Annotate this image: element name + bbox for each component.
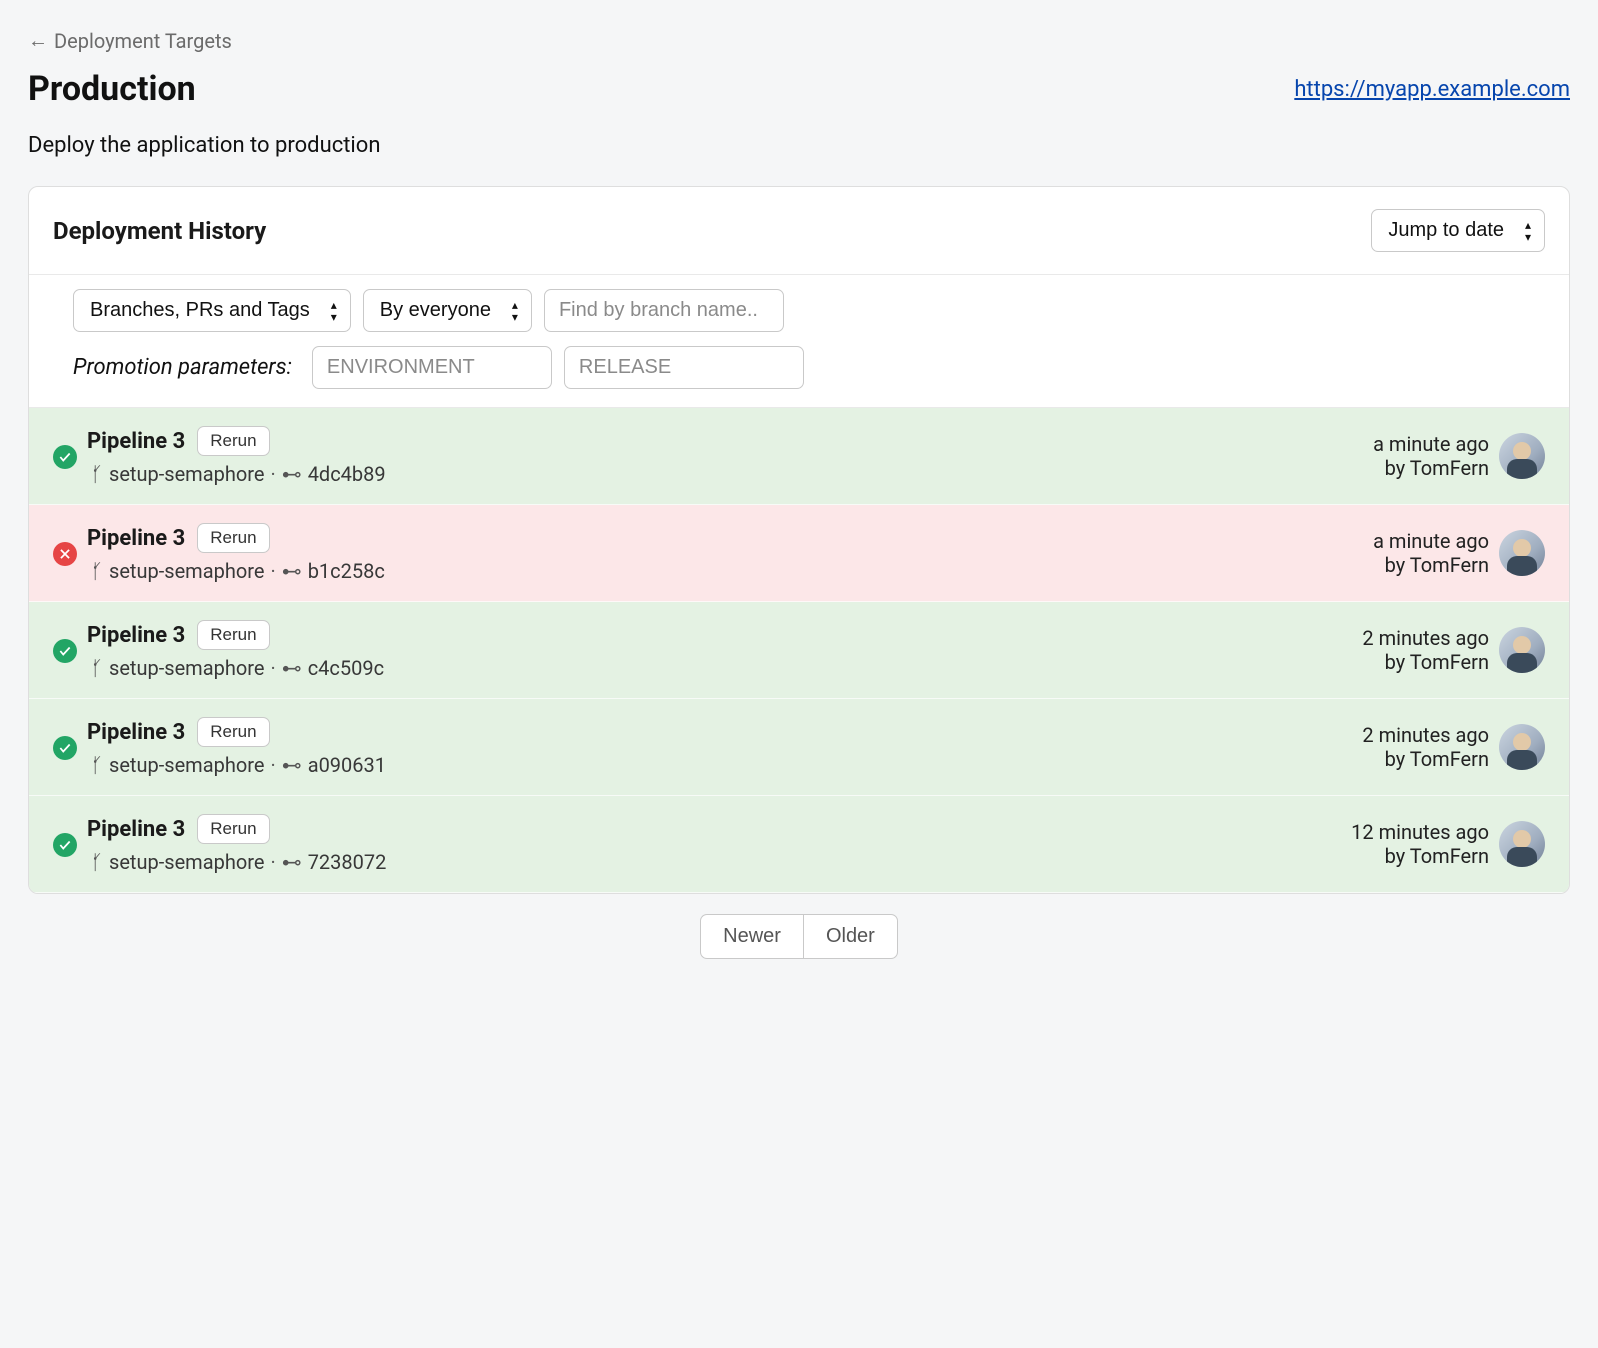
x-icon bbox=[53, 542, 77, 566]
rerun-button[interactable]: Rerun bbox=[197, 426, 269, 456]
deployment-history-card: Deployment History Jump to date ▴▾ Branc… bbox=[28, 186, 1570, 894]
page-title: Production bbox=[28, 69, 196, 109]
arrow-left-icon: ← bbox=[28, 28, 48, 53]
breadcrumb-label: Deployment Targets bbox=[54, 29, 232, 53]
avatar bbox=[1499, 627, 1545, 673]
commit-icon: ⊷ bbox=[282, 462, 302, 486]
source-filter-select[interactable]: Branches, PRs and Tags bbox=[73, 289, 351, 332]
section-title: Deployment History bbox=[53, 217, 266, 245]
deployment-author: by TomFern bbox=[1362, 650, 1489, 674]
pipeline-name: Pipeline 3 bbox=[87, 429, 185, 454]
avatar bbox=[1499, 821, 1545, 867]
avatar bbox=[1499, 530, 1545, 576]
branch-name: setup-semaphore bbox=[109, 462, 264, 486]
check-icon bbox=[53, 736, 77, 760]
promotion-params-label: Promotion parameters: bbox=[73, 355, 292, 380]
deployment-author: by TomFern bbox=[1373, 553, 1489, 577]
pipeline-name: Pipeline 3 bbox=[87, 720, 185, 745]
deployment-author: by TomFern bbox=[1373, 456, 1489, 480]
check-icon bbox=[53, 639, 77, 663]
branch-name: setup-semaphore bbox=[109, 850, 264, 874]
jump-to-date-select[interactable]: Jump to date bbox=[1371, 209, 1545, 252]
deployment-item[interactable]: Pipeline 3Rerunᚶsetup-semaphore·⊷c4c509c… bbox=[29, 602, 1569, 699]
branch-icon: ᚶ bbox=[91, 656, 103, 680]
avatar bbox=[1499, 724, 1545, 770]
deployment-item[interactable]: Pipeline 3Rerunᚶsetup-semaphore·⊷b1c258c… bbox=[29, 505, 1569, 602]
deployment-time: a minute ago bbox=[1373, 432, 1489, 456]
commit-sha: 7238072 bbox=[308, 850, 387, 874]
deployment-time: 12 minutes ago bbox=[1351, 820, 1489, 844]
target-url-link[interactable]: https://myapp.example.com bbox=[1294, 77, 1570, 102]
commit-icon: ⊷ bbox=[282, 753, 302, 777]
branch-name: setup-semaphore bbox=[109, 656, 264, 680]
pipeline-name: Pipeline 3 bbox=[87, 817, 185, 842]
commit-sha: b1c258c bbox=[308, 559, 385, 583]
deployment-item[interactable]: Pipeline 3Rerunᚶsetup-semaphore·⊷4dc4b89… bbox=[29, 408, 1569, 505]
deployment-list: Pipeline 3Rerunᚶsetup-semaphore·⊷4dc4b89… bbox=[29, 407, 1569, 893]
deployment-time: 2 minutes ago bbox=[1362, 626, 1489, 650]
author-filter-select[interactable]: By everyone bbox=[363, 289, 532, 332]
commit-icon: ⊷ bbox=[282, 559, 302, 583]
rerun-button[interactable]: Rerun bbox=[197, 523, 269, 553]
deployment-time: 2 minutes ago bbox=[1362, 723, 1489, 747]
branch-icon: ᚶ bbox=[91, 753, 103, 777]
deployment-time: a minute ago bbox=[1373, 529, 1489, 553]
check-icon bbox=[53, 445, 77, 469]
branch-name: setup-semaphore bbox=[109, 753, 264, 777]
deployment-author: by TomFern bbox=[1362, 747, 1489, 771]
release-param-input[interactable] bbox=[564, 346, 804, 389]
pipeline-name: Pipeline 3 bbox=[87, 623, 185, 648]
check-icon bbox=[53, 833, 77, 857]
commit-sha: c4c509c bbox=[308, 656, 384, 680]
deployment-item[interactable]: Pipeline 3Rerunᚶsetup-semaphore·⊷a090631… bbox=[29, 699, 1569, 796]
avatar bbox=[1499, 433, 1545, 479]
branch-icon: ᚶ bbox=[91, 559, 103, 583]
commit-sha: 4dc4b89 bbox=[308, 462, 386, 486]
rerun-button[interactable]: Rerun bbox=[197, 814, 269, 844]
pipeline-name: Pipeline 3 bbox=[87, 526, 185, 551]
rerun-button[interactable]: Rerun bbox=[197, 717, 269, 747]
older-button[interactable]: Older bbox=[803, 914, 898, 959]
deployment-author: by TomFern bbox=[1351, 844, 1489, 868]
commit-icon: ⊷ bbox=[282, 656, 302, 680]
branch-icon: ᚶ bbox=[91, 850, 103, 874]
commit-sha: a090631 bbox=[308, 753, 386, 777]
branch-name: setup-semaphore bbox=[109, 559, 264, 583]
branch-icon: ᚶ bbox=[91, 462, 103, 486]
newer-button[interactable]: Newer bbox=[700, 914, 803, 959]
commit-icon: ⊷ bbox=[282, 850, 302, 874]
environment-param-input[interactable] bbox=[312, 346, 552, 389]
rerun-button[interactable]: Rerun bbox=[197, 620, 269, 650]
breadcrumb-back[interactable]: ← Deployment Targets bbox=[28, 28, 232, 53]
target-description: Deploy the application to production bbox=[28, 133, 1570, 158]
branch-search-input[interactable] bbox=[544, 289, 784, 332]
deployment-item[interactable]: Pipeline 3Rerunᚶsetup-semaphore·⊷7238072… bbox=[29, 796, 1569, 893]
